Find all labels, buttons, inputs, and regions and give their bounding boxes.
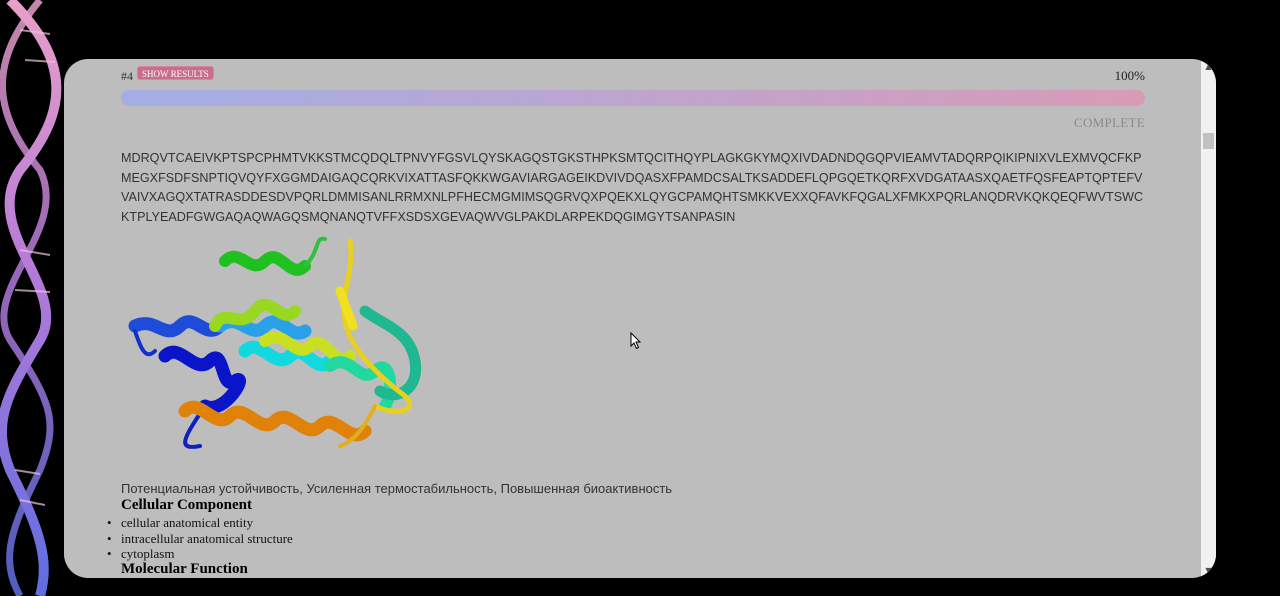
vertical-scrollbar[interactable]: ▲ ▼ — [1201, 59, 1216, 578]
cellular-component-list: cellular anatomical entity intracellular… — [107, 515, 293, 562]
dna-helix-decoration — [0, 0, 62, 596]
job-header: #4 SHOW RESULTS 100% — [121, 65, 1145, 83]
protein-structure-image — [128, 236, 422, 449]
list-item: cellular anatomical entity — [107, 515, 293, 531]
scroll-down-arrow-icon[interactable]: ▼ — [1201, 563, 1216, 578]
scrollbar-thumb[interactable] — [1203, 133, 1214, 149]
molecular-function-title: Molecular Function — [121, 561, 248, 577]
show-results-button[interactable]: SHOW RESULTS — [137, 66, 214, 80]
results-panel: #4 SHOW RESULTS 100% COMPLETE MDRQVTCAEI… — [64, 59, 1216, 578]
protein-properties: Потенциальная устойчивость, Усиленная те… — [121, 481, 673, 496]
scroll-up-arrow-icon[interactable]: ▲ — [1201, 59, 1216, 74]
list-item: intracellular anatomical structure — [107, 531, 293, 547]
job-id: #4 — [121, 69, 133, 83]
progress-percent: 100% — [1114, 68, 1145, 83]
progress-bar — [121, 90, 1145, 106]
mouse-pointer-icon — [630, 332, 642, 350]
protein-sequence: MDRQVTCAEIVKPTSPCPHMTVKKSTMCQDQLTPNVYFGS… — [121, 151, 1144, 224]
progress-fill — [121, 90, 1145, 106]
job-status: COMPLETE — [1073, 115, 1145, 130]
cellular-component-title: Cellular Component — [121, 497, 252, 513]
list-item: cytoplasm — [107, 546, 293, 562]
